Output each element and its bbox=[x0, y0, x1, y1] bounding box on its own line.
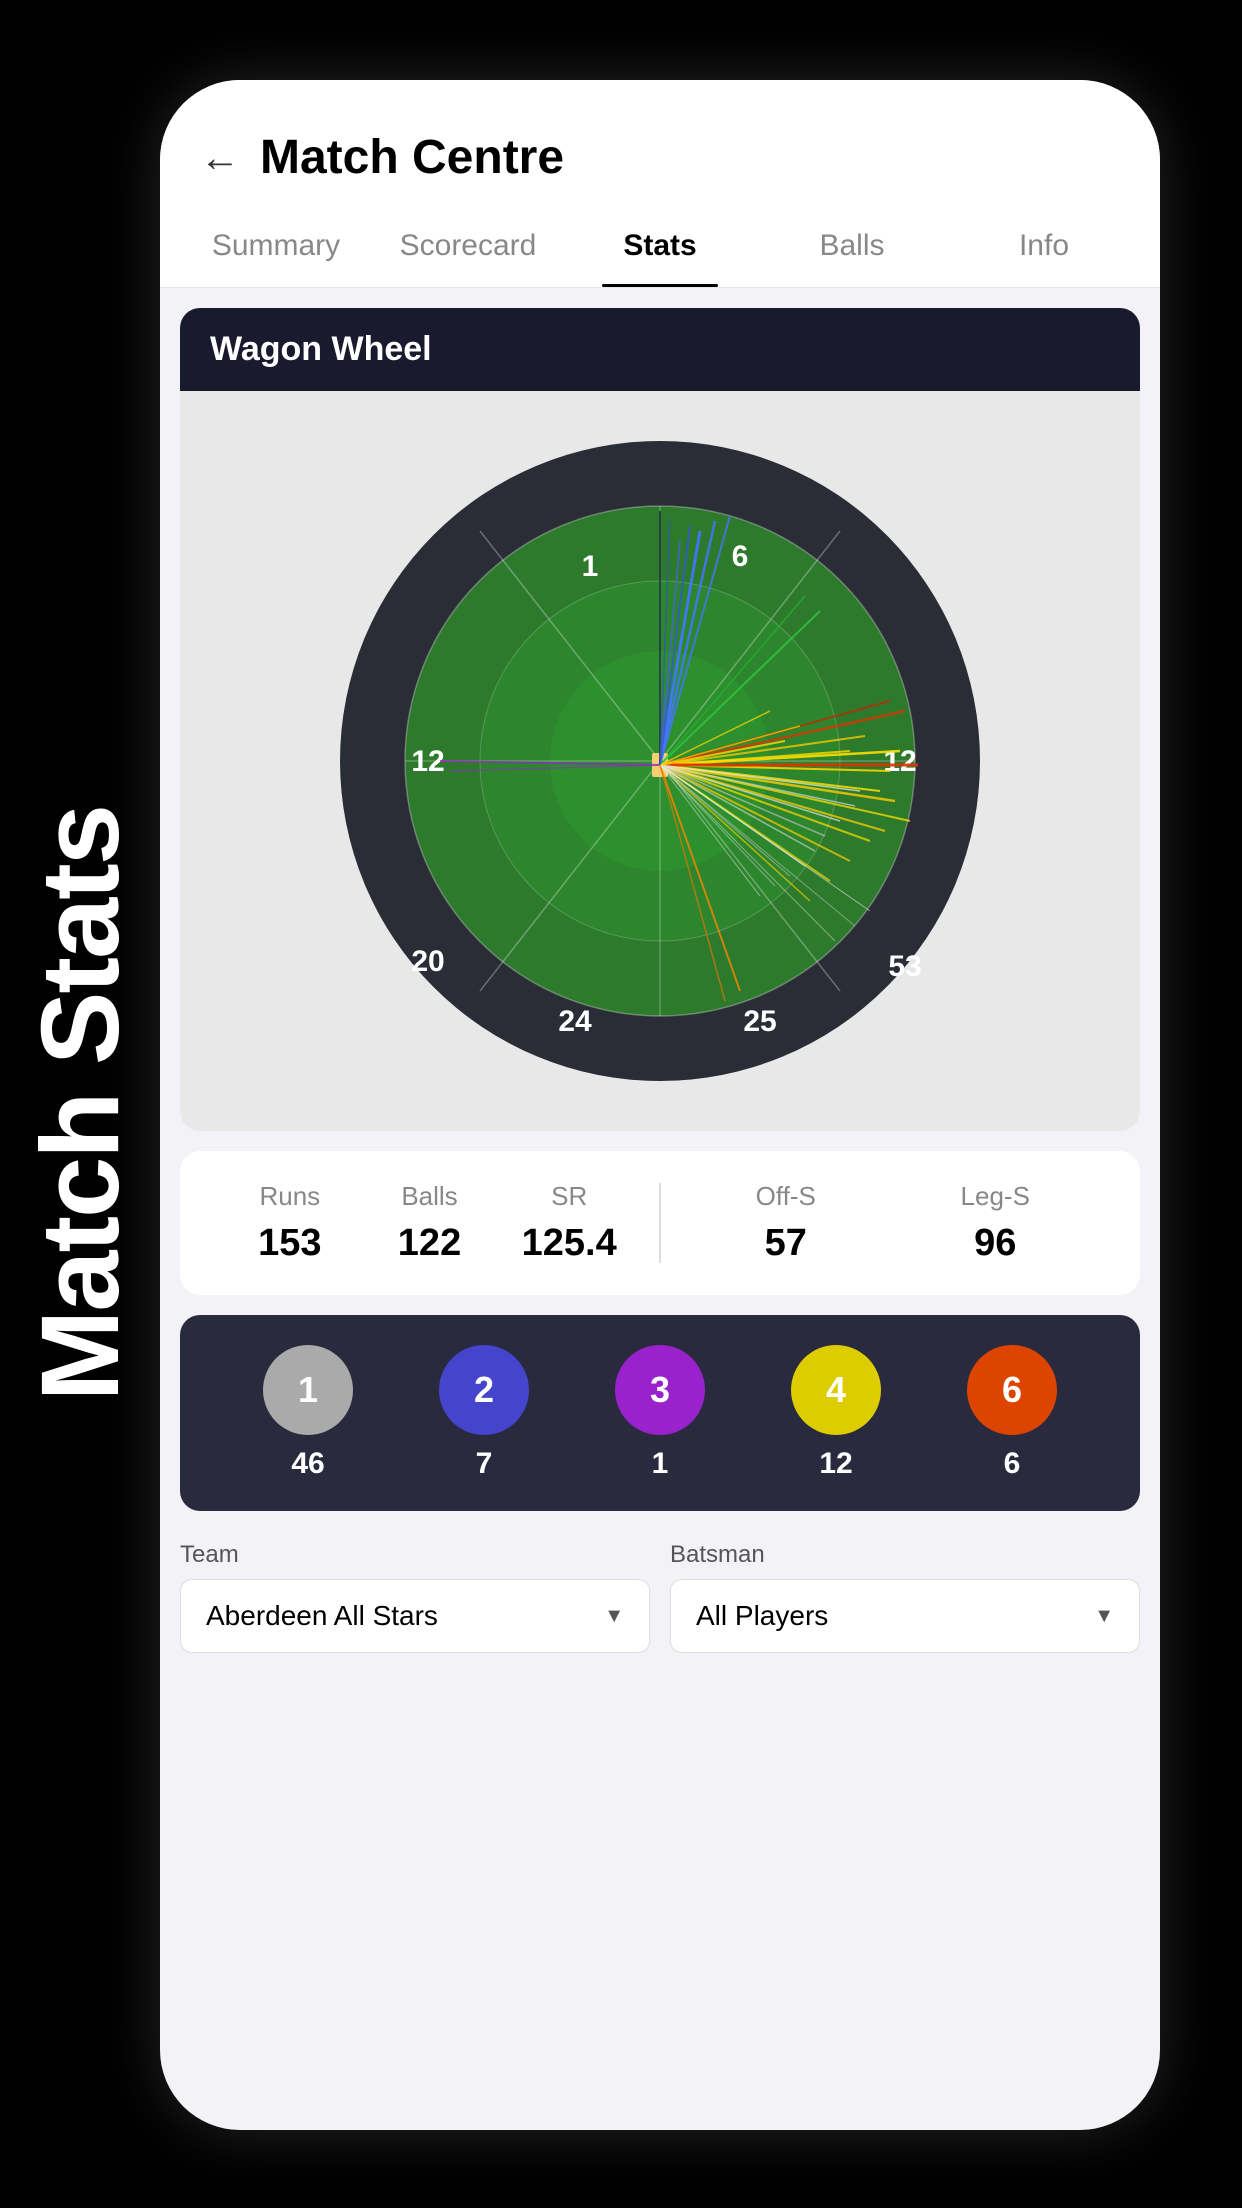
tab-stats[interactable]: Stats bbox=[564, 205, 756, 287]
svg-text:24: 24 bbox=[558, 1005, 592, 1038]
team-dropdown-value: Aberdeen All Stars bbox=[206, 1600, 438, 1632]
tab-bar: Summary Scorecard Stats Balls Info bbox=[160, 205, 1160, 288]
ball-4-count: 12 bbox=[819, 1447, 852, 1481]
svg-text:12: 12 bbox=[411, 745, 444, 778]
svg-text:12: 12 bbox=[883, 745, 916, 778]
stat-sr-label: SR bbox=[499, 1181, 639, 1212]
batsman-dropdown[interactable]: All Players ▼ bbox=[670, 1579, 1140, 1653]
run-ball-2: 2 7 bbox=[439, 1345, 529, 1481]
ball-6-label: 6 bbox=[1002, 1369, 1022, 1411]
stat-runs-label: Runs bbox=[220, 1181, 360, 1212]
phone-frame: ← Match Centre Summary Scorecard Stats B… bbox=[160, 80, 1160, 2130]
ball-3-count: 1 bbox=[652, 1447, 669, 1481]
stat-leg-s-label: Leg-S bbox=[891, 1181, 1101, 1212]
stat-runs-value: 153 bbox=[220, 1222, 360, 1265]
ball-3-label: 3 bbox=[650, 1369, 670, 1411]
page-title: Match Centre bbox=[260, 130, 564, 185]
svg-text:20: 20 bbox=[411, 945, 444, 978]
stat-sr-value: 125.4 bbox=[499, 1222, 639, 1265]
ball-2-circle: 2 bbox=[439, 1345, 529, 1435]
stat-off-s-label: Off-S bbox=[681, 1181, 891, 1212]
ball-4-label: 4 bbox=[826, 1369, 846, 1411]
team-dropdown[interactable]: Aberdeen All Stars ▼ bbox=[180, 1579, 650, 1653]
team-dropdown-group: Team Aberdeen All Stars ▼ bbox=[180, 1541, 650, 1653]
stats-right-group: Off-S 57 Leg-S 96 bbox=[681, 1181, 1100, 1265]
side-label: Match Stats bbox=[0, 0, 160, 2208]
batsman-dropdown-arrow: ▼ bbox=[1094, 1605, 1114, 1628]
team-dropdown-label: Team bbox=[180, 1541, 650, 1569]
stat-balls-label: Balls bbox=[360, 1181, 500, 1212]
stats-divider bbox=[659, 1183, 661, 1263]
ball-6-circle: 6 bbox=[967, 1345, 1057, 1435]
svg-text:1: 1 bbox=[582, 550, 599, 583]
tab-info[interactable]: Info bbox=[948, 205, 1140, 287]
ball-1-count: 46 bbox=[291, 1447, 324, 1481]
wagon-wheel-body: 1 6 12 12 20 53 24 25 bbox=[180, 391, 1140, 1131]
tab-balls[interactable]: Balls bbox=[756, 205, 948, 287]
ball-2-count: 7 bbox=[476, 1447, 493, 1481]
stat-balls: Balls 122 bbox=[360, 1181, 500, 1265]
team-dropdown-arrow: ▼ bbox=[604, 1605, 624, 1628]
stat-leg-s-value: 96 bbox=[891, 1222, 1101, 1265]
ball-2-label: 2 bbox=[474, 1369, 494, 1411]
wagon-wheel-svg: 1 6 12 12 20 53 24 25 bbox=[310, 411, 1010, 1111]
stat-sr: SR 125.4 bbox=[499, 1181, 639, 1265]
svg-text:25: 25 bbox=[743, 1005, 776, 1038]
stats-left-group: Runs 153 Balls 122 SR 125.4 bbox=[220, 1181, 639, 1265]
stat-off-s-value: 57 bbox=[681, 1222, 891, 1265]
tab-scorecard[interactable]: Scorecard bbox=[372, 205, 564, 287]
batsman-dropdown-value: All Players bbox=[696, 1600, 828, 1632]
app-header: ← Match Centre bbox=[160, 80, 1160, 205]
stat-balls-value: 122 bbox=[360, 1222, 500, 1265]
wagon-wheel-card: Wagon Wheel bbox=[180, 308, 1140, 1131]
batsman-dropdown-group: Batsman All Players ▼ bbox=[670, 1541, 1140, 1653]
stat-leg-s: Leg-S 96 bbox=[891, 1181, 1101, 1265]
run-balls-card: 1 46 2 7 3 1 4 12 bbox=[180, 1315, 1140, 1511]
svg-text:6: 6 bbox=[732, 540, 749, 573]
ball-6-count: 6 bbox=[1004, 1447, 1021, 1481]
svg-text:53: 53 bbox=[888, 950, 921, 983]
dropdowns-section: Team Aberdeen All Stars ▼ Batsman All Pl… bbox=[180, 1531, 1140, 1673]
batsman-dropdown-label: Batsman bbox=[670, 1541, 1140, 1569]
ball-1-label: 1 bbox=[298, 1369, 318, 1411]
ball-4-circle: 4 bbox=[791, 1345, 881, 1435]
main-content: Wagon Wheel bbox=[160, 288, 1160, 2130]
back-button[interactable]: ← bbox=[200, 138, 240, 178]
run-ball-3: 3 1 bbox=[615, 1345, 705, 1481]
stats-card: Runs 153 Balls 122 SR 125.4 Off-S 57 bbox=[180, 1151, 1140, 1295]
run-ball-6: 6 6 bbox=[967, 1345, 1057, 1481]
wagon-wheel-header: Wagon Wheel bbox=[180, 308, 1140, 391]
wagon-wheel-title: Wagon Wheel bbox=[210, 330, 432, 368]
stat-runs: Runs 153 bbox=[220, 1181, 360, 1265]
ball-3-circle: 3 bbox=[615, 1345, 705, 1435]
stat-off-s: Off-S 57 bbox=[681, 1181, 891, 1265]
run-ball-4: 4 12 bbox=[791, 1345, 881, 1481]
ball-1-circle: 1 bbox=[263, 1345, 353, 1435]
side-label-text: Match Stats bbox=[17, 806, 144, 1401]
tab-summary[interactable]: Summary bbox=[180, 205, 372, 287]
run-ball-1: 1 46 bbox=[263, 1345, 353, 1481]
